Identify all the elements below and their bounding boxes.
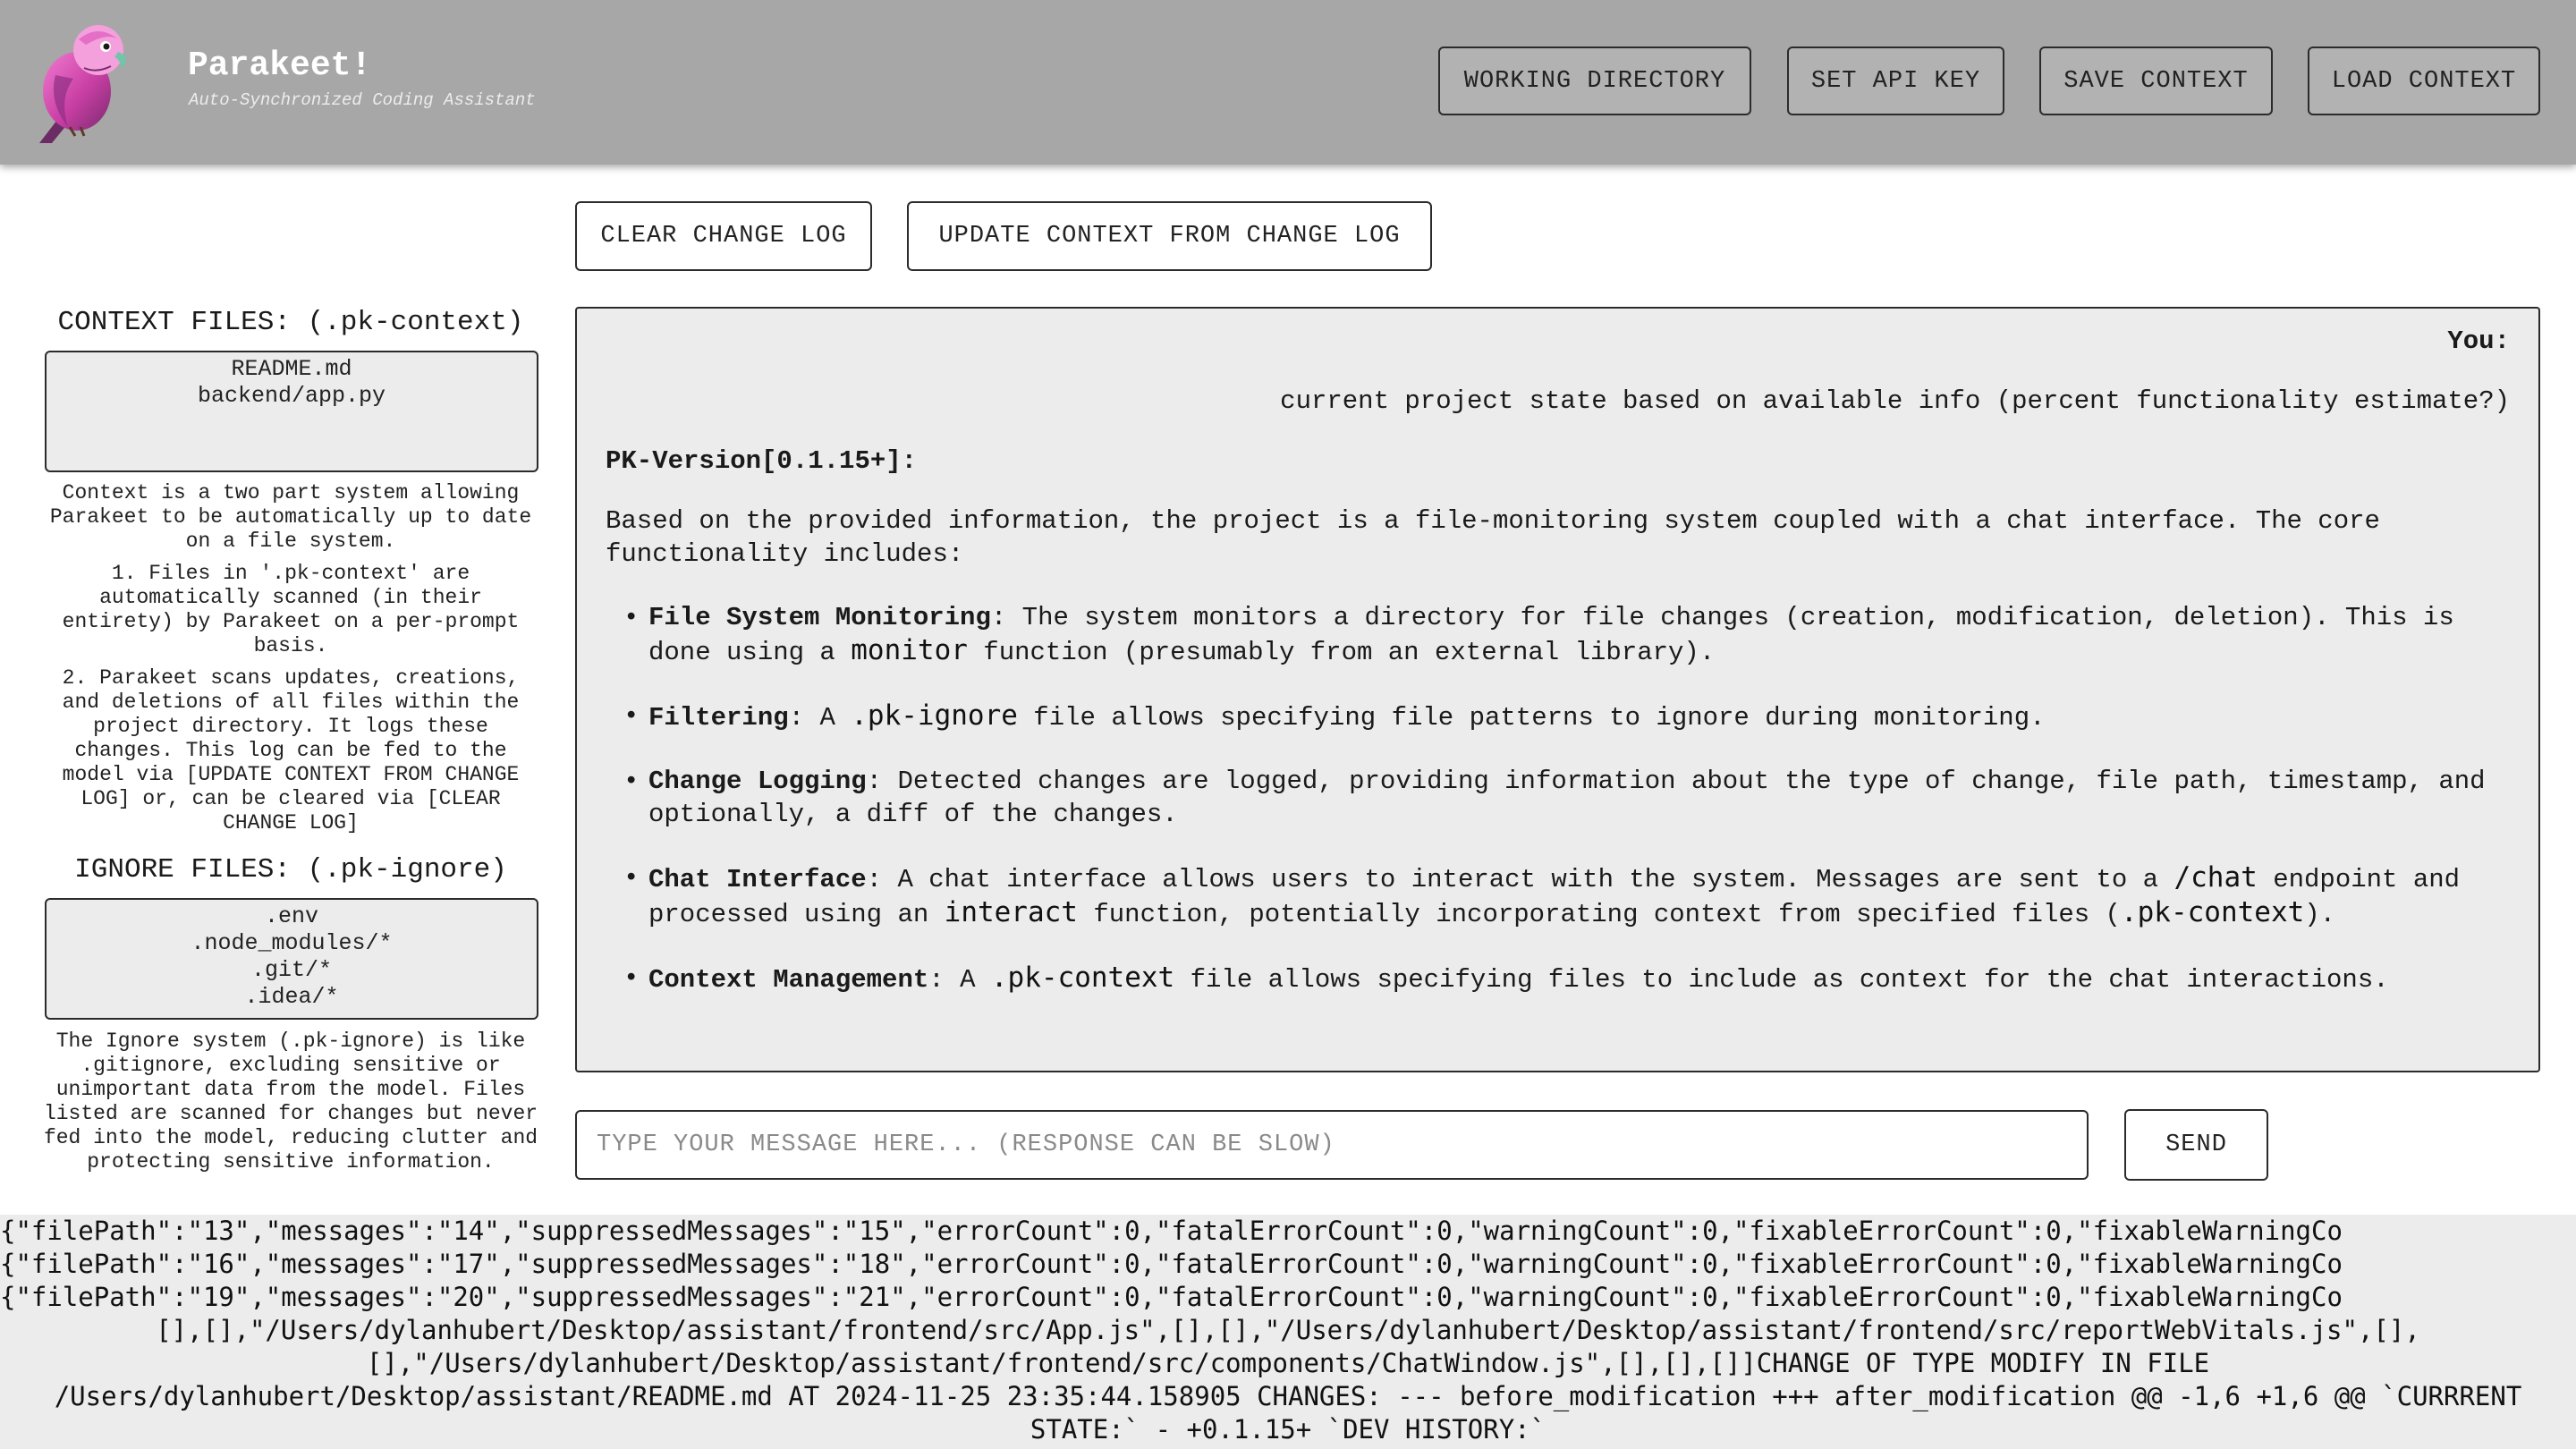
app-subtitle: Auto-Synchronized Coding Assistant xyxy=(189,90,536,110)
chat-window[interactable]: You: current project state based on avai… xyxy=(575,307,2540,1072)
item-text: ). xyxy=(2304,900,2336,929)
change-log-panel: {"filePath":"13","messages":"14","suppre… xyxy=(0,1215,2576,1449)
assistant-version-label: PK-Version[0.1.15+]: xyxy=(606,446,918,476)
ignore-help-text: The Ignore system (.pk-ignore) is like .… xyxy=(43,1030,538,1174)
functionality-list: File System Monitoring: The system monit… xyxy=(606,601,2510,996)
list-item: Context Management: A .pk-context file a… xyxy=(623,962,2510,996)
app-header: Parakeet! Auto-Synchronized Coding Assis… xyxy=(0,0,2576,165)
log-line: {"filePath":"19","messages":"20","suppre… xyxy=(0,1282,2343,1312)
parakeet-logo-icon xyxy=(39,25,127,143)
log-line: {"filePath":"16","messages":"17","suppre… xyxy=(0,1249,2343,1279)
ignore-files-title: IGNORE FILES: (.pk-ignore) xyxy=(74,854,507,886)
item-label: Chat Interface xyxy=(648,865,867,894)
inline-code: interact xyxy=(944,896,1078,928)
item-label: Context Management xyxy=(648,965,929,995)
log-line: {"filePath":"13","messages":"14","suppre… xyxy=(0,1216,2343,1246)
item-text: : Detected changes are logged, providing… xyxy=(648,767,2486,829)
item-label: Change Logging xyxy=(648,767,867,796)
item-text: : A xyxy=(928,965,991,995)
context-help-text: Context is a two part system allowing Pa… xyxy=(39,481,542,843)
update-context-button[interactable]: UPDATE CONTEXT FROM CHANGE LOG xyxy=(907,201,1432,271)
context-help-step-2: 2. Parakeet scans updates, creations, an… xyxy=(62,666,520,835)
item-text: : A xyxy=(788,703,852,733)
list-item: Change Logging: Detected changes are log… xyxy=(623,765,2510,831)
send-button[interactable]: SEND xyxy=(2124,1109,2268,1181)
list-item: Filtering: A .pk-ignore file allows spec… xyxy=(623,699,2510,734)
ignore-file-item: .env xyxy=(264,903,318,929)
inline-code: monitor xyxy=(851,634,968,666)
log-tail: [],[],"/Users/dylanhubert/Desktop/assist… xyxy=(54,1315,2522,1445)
item-label: Filtering xyxy=(648,703,789,733)
context-files-title: CONTEXT FILES: (.pk-context) xyxy=(57,307,524,338)
user-message: current project state based on available… xyxy=(1280,386,2510,416)
item-text: file allows specifying file patterns to … xyxy=(1017,703,2046,733)
item-text: function, potentially incorporating cont… xyxy=(1077,900,2121,929)
context-file-item: backend/app.py xyxy=(197,383,386,409)
assistant-intro: Based on the provided information, the p… xyxy=(606,506,2380,569)
inline-code: .pk-ignore xyxy=(851,699,1018,732)
user-label: You: xyxy=(2447,326,2510,356)
inline-code: .pk-context xyxy=(990,962,1175,994)
list-item: File System Monitoring: The system monit… xyxy=(623,601,2510,669)
item-text: file allows specifying files to include … xyxy=(1174,965,2389,995)
save-context-button[interactable]: SAVE CONTEXT xyxy=(2039,47,2273,115)
clear-change-log-button[interactable]: CLEAR CHANGE LOG xyxy=(575,201,872,271)
working-directory-button[interactable]: WORKING DIRECTORY xyxy=(1438,47,1751,115)
inline-code: .pk-context xyxy=(2120,896,2305,928)
message-input[interactable] xyxy=(575,1110,2089,1180)
item-text: : A chat interface allows users to inter… xyxy=(866,865,2174,894)
context-files-list[interactable]: README.md backend/app.py xyxy=(45,351,538,472)
item-text: function (presumably from an external li… xyxy=(967,638,1716,667)
ignore-file-item: .node_modules/* xyxy=(191,930,393,956)
ignore-file-item: .idea/* xyxy=(244,984,339,1010)
ignore-files-list[interactable]: .env .node_modules/* .git/* .idea/* xyxy=(45,898,538,1020)
inline-code: /chat xyxy=(2174,861,2258,894)
context-file-item: README.md xyxy=(231,356,352,382)
load-context-button[interactable]: LOAD CONTEXT xyxy=(2308,47,2540,115)
ignore-file-item: .git/* xyxy=(250,957,332,983)
item-label: File System Monitoring xyxy=(648,603,991,632)
context-help-step-1: 1. Files in '.pk-context' are automatica… xyxy=(62,562,520,657)
set-api-key-button[interactable]: SET API KEY xyxy=(1787,47,2004,115)
app-title: Parakeet! xyxy=(188,47,372,85)
context-help-intro: Context is a two part system allowing Pa… xyxy=(49,481,532,553)
list-item: Chat Interface: A chat interface allows … xyxy=(623,861,2510,931)
